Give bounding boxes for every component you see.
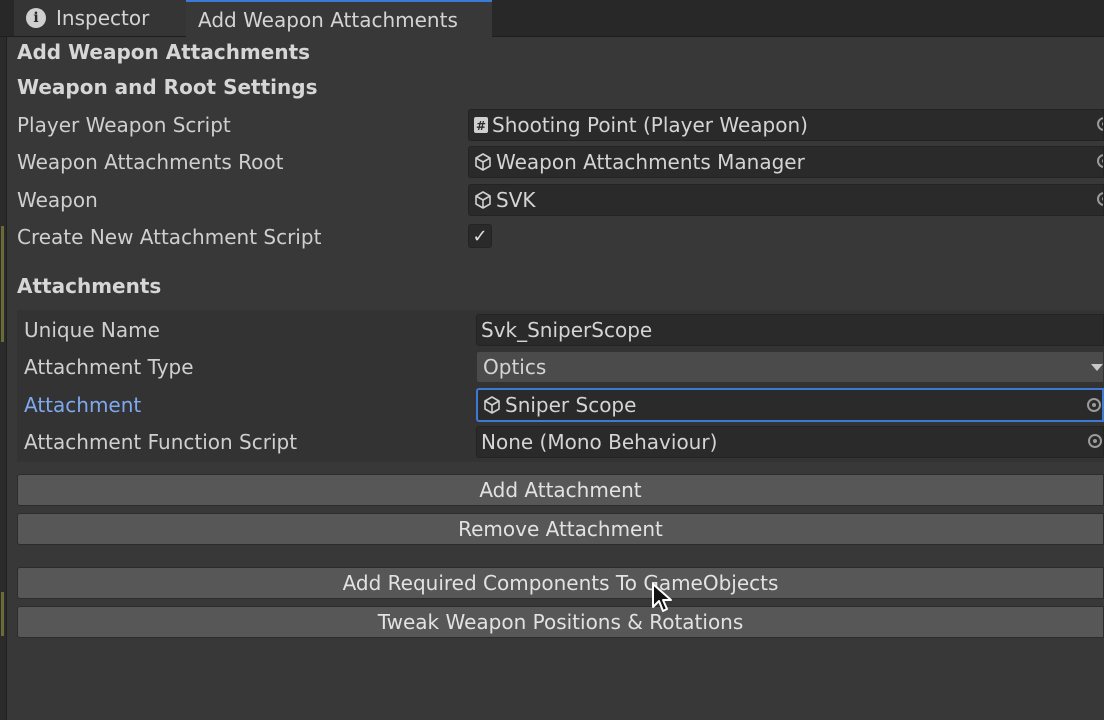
svg-text:#: # [476,119,486,133]
add-attachment-button[interactable]: Add Attachment [17,474,1104,506]
object-picker-icon[interactable] [1097,154,1103,168]
attachment-function-script-field[interactable]: None (Mono Behaviour) [476,426,1104,458]
create-new-attachment-script-checkbox[interactable]: ✓ [468,224,492,248]
field-value: Shooting Point (Player Weapon) [492,113,808,137]
tab-add-weapon-attachments[interactable]: Add Weapon Attachments [186,0,492,37]
attachment-type-label: Attachment Type [24,355,194,379]
dock-marker [1,226,4,342]
mouse-cursor-icon [651,582,675,618]
player-weapon-script-field[interactable]: # Shooting Point (Player Weapon) [468,109,1104,141]
panel-title: Add Weapon Attachments [17,40,311,64]
info-icon: i [26,8,46,28]
attachment-type-dropdown[interactable]: Optics [476,351,1104,383]
field-value: Weapon Attachments Manager [496,150,805,174]
tweak-weapon-positions-button[interactable]: Tweak Weapon Positions & Rotations [17,606,1104,638]
object-picker-icon[interactable] [1097,192,1103,206]
field-value: SVK [496,188,536,212]
remove-attachment-button[interactable]: Remove Attachment [17,513,1104,545]
cube-icon [482,395,502,415]
unique-name-label: Unique Name [24,318,160,342]
add-required-components-button[interactable]: Add Required Components To GameObjects [17,567,1104,599]
cube-icon [473,190,493,210]
object-picker-icon[interactable] [1097,117,1103,131]
create-new-attachment-script-label: Create New Attachment Script [17,225,322,249]
chevron-down-icon [1091,364,1103,371]
script-icon: # [473,116,489,134]
section-header-attachments: Attachments [17,274,162,298]
attachment-label: Attachment [24,393,142,417]
field-value: Svk_SniperScope [481,318,653,342]
unique-name-input[interactable]: Svk_SniperScope [476,314,1104,346]
field-value: Sniper Scope [505,393,637,417]
weapon-attachments-root-field[interactable]: Weapon Attachments Manager [468,146,1104,178]
tab-label: Inspector [56,6,150,30]
tab-label: Add Weapon Attachments [198,7,458,32]
cube-icon [473,152,493,172]
tab-inspector[interactable]: i Inspector [14,0,186,36]
weapon-attachments-root-label: Weapon Attachments Root [17,150,284,174]
object-picker-icon[interactable] [1088,434,1102,448]
weapon-field[interactable]: SVK [468,184,1104,216]
field-value: Optics [483,355,547,379]
field-value: None (Mono Behaviour) [481,430,718,454]
section-header-weapon-root: Weapon and Root Settings [17,75,318,99]
tab-bar: i Inspector Add Weapon Attachments [0,0,1104,37]
dock-marker [1,592,4,636]
attachment-function-script-label: Attachment Function Script [24,430,298,454]
check-icon: ✓ [472,225,488,247]
player-weapon-script-label: Player Weapon Script [17,113,231,137]
weapon-label: Weapon [17,188,98,212]
attachment-field[interactable]: Sniper Scope [476,388,1104,422]
object-picker-icon[interactable] [1087,398,1101,412]
left-dock-strip [0,0,7,720]
